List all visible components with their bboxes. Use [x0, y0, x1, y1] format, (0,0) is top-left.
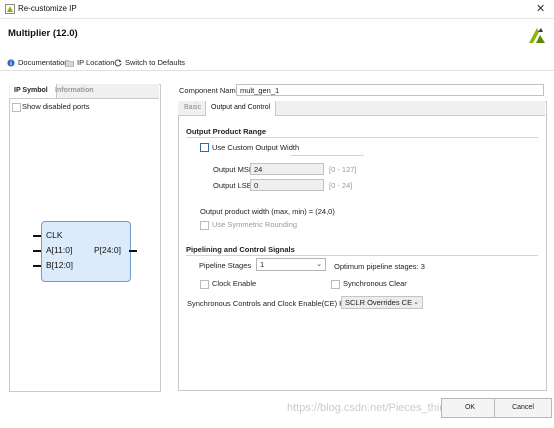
pipeline-stages-label: Pipeline Stages: [199, 261, 252, 270]
sync-clear-label: Synchronous Clear: [343, 279, 407, 288]
pipelining-divider: [186, 255, 538, 256]
component-name-input[interactable]: mult_gen_1: [236, 84, 544, 96]
show-disabled-ports-label: Show disabled ports: [22, 102, 90, 111]
watermark-text: https://blog.csdn.net/Pieces_thinking: [287, 402, 466, 414]
pipeline-stages-select[interactable]: 1 ⌄: [256, 258, 326, 271]
ip-location-label: IP Location: [77, 58, 115, 67]
ok-button[interactable]: OK: [441, 398, 499, 418]
output-lsb-range: [0 - 24]: [329, 181, 353, 190]
b-port-line: [33, 265, 41, 267]
documentation-link[interactable]: Documentation: [7, 58, 68, 67]
clock-enable-checkbox[interactable]: [200, 280, 209, 289]
use-custom-width-checkbox[interactable]: [200, 143, 209, 152]
a-port-line: [33, 250, 41, 252]
port-clk: CLK: [46, 230, 63, 240]
output-msb-range: [0 - 127]: [329, 165, 357, 174]
tab-information[interactable]: Information: [51, 84, 98, 98]
use-custom-width-label: Use Custom Output Width: [212, 143, 300, 152]
close-icon[interactable]: ✕: [536, 2, 545, 15]
output-msb-label: Output MSB: [213, 165, 254, 174]
tab-basic[interactable]: Basic: [179, 101, 206, 115]
page-title: Multiplier (12.0): [8, 28, 78, 39]
chevron-down-icon: ⌄: [316, 261, 322, 268]
switch-defaults-label: Switch to Defaults: [125, 58, 186, 67]
window-title: Re-customize IP: [18, 4, 77, 13]
pipeline-stages-value: 1: [260, 260, 265, 269]
symmetric-rounding-label: Use Symmetric Rounding: [212, 220, 298, 229]
clock-enable-label: Clock Enable: [212, 279, 257, 288]
tab-ip-symbol[interactable]: IP Symbol: [10, 84, 57, 98]
port-p: P[24:0]: [94, 245, 121, 255]
symmetric-rounding-checkbox[interactable]: [200, 221, 209, 230]
output-range-divider: [186, 137, 538, 138]
ce-priority-value: SCLR Overrides CE: [345, 298, 413, 307]
output-range-section-title: Output Product Range: [186, 127, 266, 136]
ce-priority-select[interactable]: SCLR Overrides CE ⌄: [341, 296, 423, 309]
info-icon: [7, 58, 15, 67]
ce-priority-label: Synchronous Controls and Clock Enable(CE…: [187, 299, 363, 308]
vivado-logo-icon: [529, 28, 545, 43]
pipelining-section-title: Pipelining and Control Signals: [186, 245, 295, 254]
custom-width-underline: [291, 155, 364, 156]
ip-location-link[interactable]: IP Location: [65, 58, 114, 67]
refresh-icon: [114, 58, 122, 66]
chevron-down-icon: ⌄: [413, 299, 419, 306]
switch-defaults-link[interactable]: Switch to Defaults: [114, 58, 185, 67]
port-a: A[11:0]: [46, 245, 73, 255]
optimum-stages-note: Optimum pipeline stages: 3: [334, 262, 425, 271]
port-b: B[12:0]: [46, 260, 73, 270]
output-lsb-label: Output LSB: [213, 181, 252, 190]
folder-icon: [65, 59, 74, 67]
clk-port-line: [33, 235, 41, 237]
output-msb-input[interactable]: 24: [250, 163, 324, 175]
app-icon: [5, 4, 15, 14]
show-disabled-ports-checkbox[interactable]: [12, 103, 21, 112]
component-name-label: Component Name: [179, 86, 240, 95]
cancel-button[interactable]: Cancel: [494, 398, 552, 418]
documentation-label: Documentation: [18, 58, 69, 67]
sync-clear-checkbox[interactable]: [331, 280, 340, 289]
toolbar-divider: [0, 70, 554, 71]
title-bar: [0, 0, 554, 19]
output-width-note: Output product width (max, min) = (24,0): [200, 207, 335, 216]
p-port-line: [129, 250, 137, 252]
output-lsb-input[interactable]: 0: [250, 179, 324, 191]
tab-output-and-control[interactable]: Output and Control: [205, 101, 277, 116]
